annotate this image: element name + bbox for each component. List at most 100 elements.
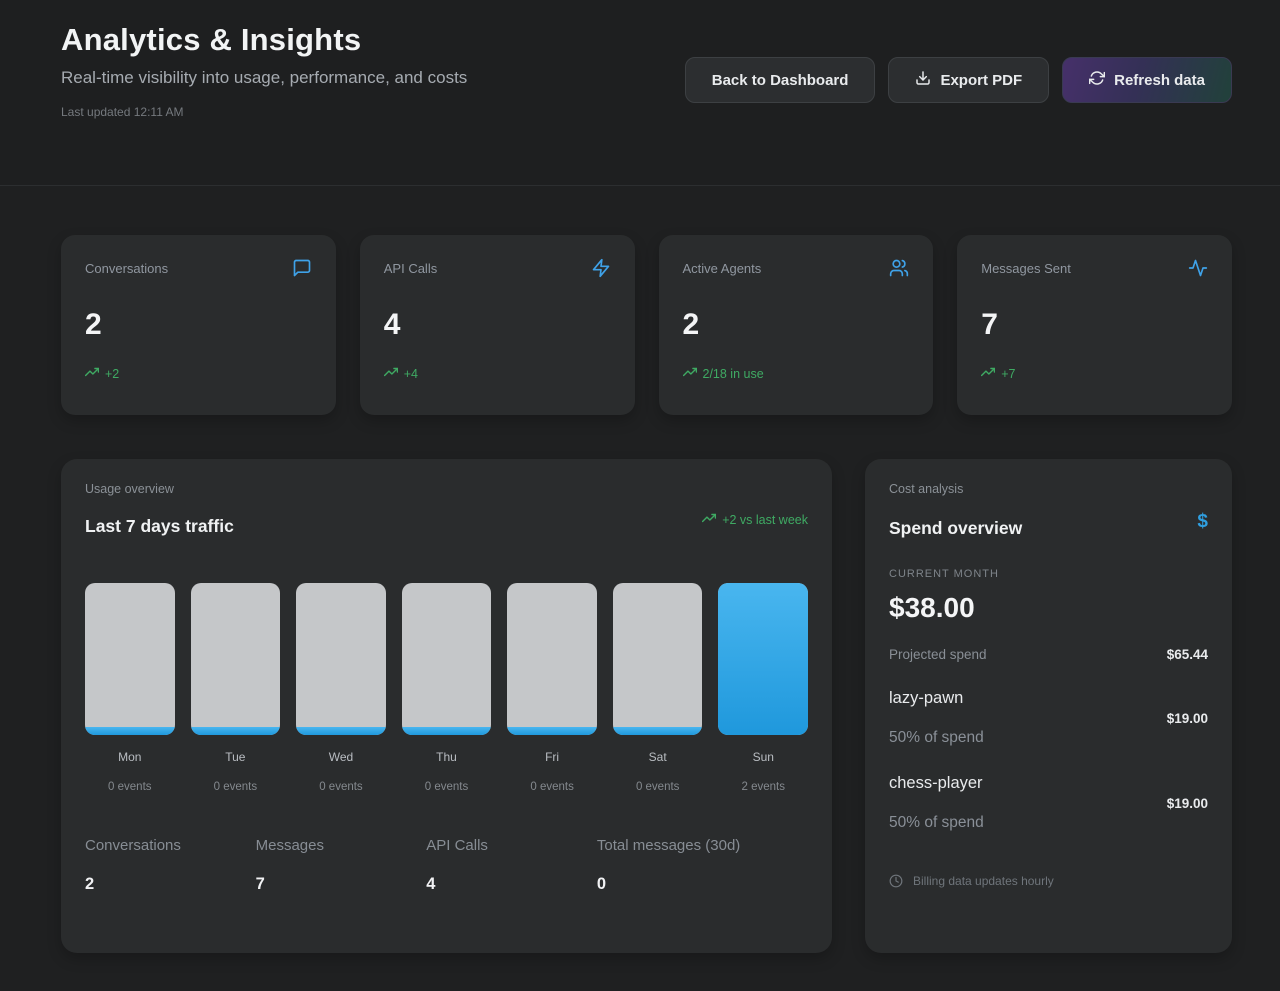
day-label: Thu [402, 750, 492, 764]
bar[interactable] [402, 583, 492, 735]
agent-amount: $19.00 [1167, 711, 1208, 726]
activity-icon [1188, 258, 1208, 283]
stat-label: Messages Sent [981, 258, 1071, 276]
bar-fill [507, 727, 597, 735]
agent-spend-row: lazy-pawn 50% of spend $19.00 [889, 689, 1208, 747]
agent-name: chess-player [889, 774, 984, 793]
main-row: Usage overview Last 7 days traffic +2 vs… [61, 459, 1232, 953]
spend-amount: $38.00 [889, 592, 1208, 624]
events-label: 0 events [613, 781, 703, 793]
bar-column: Fri 0 events [507, 583, 597, 793]
stat-label: Conversations [85, 258, 168, 276]
usage-summary: Conversations 2 Messages 7 API Calls 4 T… [85, 837, 808, 894]
billing-footnote: Billing data updates hourly [913, 874, 1054, 888]
bar-column: Thu 0 events [402, 583, 492, 793]
page-title: Analytics & Insights [61, 22, 1232, 58]
summary-api-calls: API Calls 4 [426, 837, 597, 894]
back-button-label: Back to Dashboard [712, 72, 849, 89]
summary-label: Total messages (30d) [597, 837, 808, 854]
stat-value: 2 [683, 308, 910, 342]
dollar-icon: $ [1197, 511, 1208, 539]
bar[interactable] [191, 583, 281, 735]
stat-card-api-calls: API Calls 4 +4 [360, 235, 635, 415]
main-content: Conversations 2 +2 API Calls 4 [0, 235, 1280, 953]
refresh-data-button[interactable]: Refresh data [1062, 57, 1232, 103]
day-label: Fri [507, 750, 597, 764]
clock-icon [889, 874, 903, 888]
events-label: 2 events [718, 781, 808, 793]
bar[interactable] [85, 583, 175, 735]
users-icon [889, 258, 909, 283]
usage-trend-text: +2 vs last week [722, 513, 808, 527]
day-label: Mon [85, 750, 175, 764]
summary-conversations: Conversations 2 [85, 837, 256, 894]
bar-fill [296, 727, 386, 735]
stat-label: API Calls [384, 258, 437, 276]
agent-amount: $19.00 [1167, 796, 1208, 811]
stat-value: 4 [384, 308, 611, 342]
summary-value: 0 [597, 875, 808, 894]
bar[interactable] [507, 583, 597, 735]
day-label: Wed [296, 750, 386, 764]
day-label: Tue [191, 750, 281, 764]
stat-card-active-agents: Active Agents 2 2/18 in use [659, 235, 934, 415]
bar-fill [613, 727, 703, 735]
bar-column: Mon 0 events [85, 583, 175, 793]
bar[interactable] [718, 583, 808, 735]
projected-spend-value: $65.44 [1167, 647, 1208, 662]
summary-label: Conversations [85, 837, 256, 854]
trending-up-icon [702, 511, 716, 528]
stats-row: Conversations 2 +2 API Calls 4 [61, 235, 1232, 415]
last-updated-text: Last updated 12:11 AM [61, 105, 1232, 119]
summary-label: Messages [256, 837, 427, 854]
export-pdf-button[interactable]: Export PDF [888, 57, 1049, 103]
agent-name: lazy-pawn [889, 689, 984, 708]
bar-fill [85, 727, 175, 735]
bar-fill [402, 727, 492, 735]
usage-title: Last 7 days traffic [85, 516, 234, 537]
bar-chart: Mon 0 events Tue 0 events Wed 0 events Thu 0 ev… [85, 583, 808, 793]
stat-trend-text: +7 [1001, 367, 1015, 381]
cost-analysis-card: Cost analysis Spend overview $ CURRENT M… [865, 459, 1232, 953]
summary-total-messages: Total messages (30d) 0 [597, 837, 808, 894]
bar-fill [191, 727, 281, 735]
stat-trend-text: +2 [105, 367, 119, 381]
page-header: Analytics & Insights Real-time visibilit… [0, 0, 1280, 186]
bar-column: Sun 2 events [718, 583, 808, 793]
cost-eyebrow: Cost analysis [889, 482, 1208, 496]
back-to-dashboard-button[interactable]: Back to Dashboard [685, 57, 876, 103]
download-icon [915, 70, 931, 90]
day-label: Sat [613, 750, 703, 764]
period-label: CURRENT MONTH [889, 568, 1208, 580]
projected-spend-label: Projected spend [889, 647, 987, 662]
bar-column: Sat 0 events [613, 583, 703, 793]
trending-up-icon [981, 365, 995, 382]
events-label: 0 events [191, 781, 281, 793]
stat-trend-text: 2/18 in use [703, 367, 764, 381]
trending-up-icon [85, 365, 99, 382]
events-label: 0 events [85, 781, 175, 793]
trending-up-icon [683, 365, 697, 382]
day-label: Sun [718, 750, 808, 764]
agent-share: 50% of spend [889, 814, 984, 832]
bar[interactable] [296, 583, 386, 735]
usage-eyebrow: Usage overview [85, 482, 808, 496]
summary-value: 7 [256, 875, 427, 894]
stat-value: 7 [981, 308, 1208, 342]
stat-label: Active Agents [683, 258, 762, 276]
events-label: 0 events [402, 781, 492, 793]
bar-fill [718, 583, 808, 735]
refresh-button-label: Refresh data [1114, 72, 1205, 89]
usage-overview-card: Usage overview Last 7 days traffic +2 vs… [61, 459, 832, 953]
stat-card-conversations: Conversations 2 +2 [61, 235, 336, 415]
summary-value: 4 [426, 875, 597, 894]
bar[interactable] [613, 583, 703, 735]
events-label: 0 events [507, 781, 597, 793]
stat-value: 2 [85, 308, 312, 342]
stat-card-messages-sent: Messages Sent 7 +7 [957, 235, 1232, 415]
agent-share: 50% of spend [889, 729, 984, 747]
trending-up-icon [384, 365, 398, 382]
cost-title: Spend overview [889, 518, 1022, 539]
summary-label: API Calls [426, 837, 597, 854]
events-label: 0 events [296, 781, 386, 793]
